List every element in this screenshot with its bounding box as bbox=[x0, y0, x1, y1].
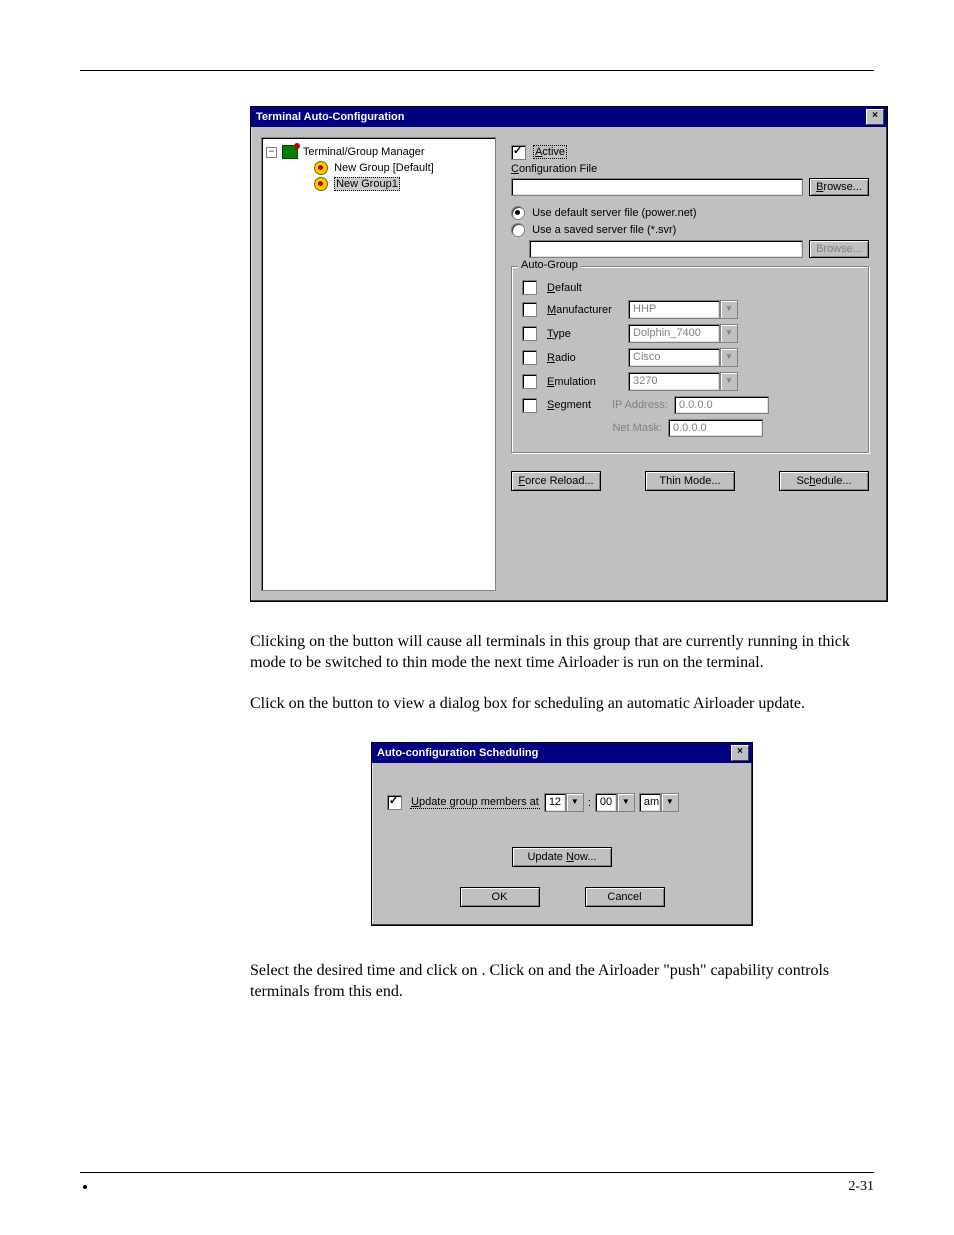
active-checkbox[interactable] bbox=[511, 145, 526, 160]
close-icon[interactable]: × bbox=[731, 745, 749, 761]
footer-left bbox=[80, 1179, 90, 1195]
default-checkbox[interactable] bbox=[522, 280, 537, 295]
minute-combo[interactable]: 00 ▼ bbox=[595, 793, 635, 812]
update-now-button[interactable]: Update Now... bbox=[512, 847, 612, 867]
active-label: Active bbox=[533, 145, 567, 159]
chevron-down-icon: ▼ bbox=[617, 793, 635, 812]
form-pane: Active Configuration File Browse... Use … bbox=[506, 137, 877, 591]
schedule-button[interactable]: Schedule... bbox=[779, 471, 869, 491]
manufacturer-checkbox[interactable] bbox=[522, 302, 537, 317]
update-checkbox[interactable] bbox=[387, 795, 402, 810]
titlebar: Terminal Auto-Configuration × bbox=[251, 107, 887, 127]
chevron-down-icon: ▼ bbox=[720, 300, 738, 319]
segment-checkbox[interactable] bbox=[522, 398, 537, 413]
browse-button[interactable]: Browse... bbox=[809, 178, 869, 196]
update-members-label: Update group members at bbox=[410, 796, 540, 809]
chevron-down-icon: ▼ bbox=[720, 324, 738, 343]
net-mask-input: 0.0.0.0 bbox=[668, 419, 763, 437]
terminal-auto-config-window: Terminal Auto-Configuration × − Terminal… bbox=[250, 106, 888, 602]
manufacturer-combo: HHP ▼ bbox=[628, 300, 738, 319]
chevron-down-icon: ▼ bbox=[566, 793, 584, 812]
server-file-input bbox=[529, 240, 803, 258]
type-combo: Dolphin_7400 ▼ bbox=[628, 324, 738, 343]
ip-address-label: IP Address: bbox=[603, 399, 668, 411]
manufacturer-label: Manufacturer bbox=[547, 304, 622, 316]
emulation-label: Emulation bbox=[547, 376, 622, 388]
ok-button[interactable]: OK bbox=[460, 887, 540, 907]
paragraph: Select the desired time and click on . C… bbox=[250, 961, 874, 1003]
radio-label: Radio bbox=[547, 352, 622, 364]
force-reload-button[interactable]: Force Reload... bbox=[511, 471, 601, 491]
tree-item[interactable]: New Group [Default] bbox=[266, 160, 491, 176]
collapse-icon[interactable]: − bbox=[266, 147, 277, 158]
hour-combo[interactable]: 12 ▼ bbox=[544, 793, 584, 812]
tree-pane[interactable]: − Terminal/Group Manager New Group [Defa… bbox=[261, 137, 496, 591]
net-mask-label: Net Mask: bbox=[597, 422, 662, 434]
emulation-combo: 3270 ▼ bbox=[628, 372, 738, 391]
tree-root[interactable]: − Terminal/Group Manager bbox=[266, 144, 491, 160]
group-icon bbox=[314, 161, 328, 175]
groupbox-title: Auto-Group bbox=[518, 259, 581, 271]
radio-saved-label: Use a saved server file (*.svr) bbox=[532, 224, 676, 236]
window-title: Auto-configuration Scheduling bbox=[377, 747, 538, 759]
page-number: 2-31 bbox=[848, 1179, 874, 1195]
radio-checkbox[interactable] bbox=[522, 350, 537, 365]
config-file-label: Configuration File bbox=[511, 163, 869, 175]
manager-icon bbox=[282, 145, 298, 159]
chevron-down-icon: ▼ bbox=[661, 793, 679, 812]
thin-mode-button[interactable]: Thin Mode... bbox=[645, 471, 735, 491]
tree-item-selected[interactable]: New Group1 bbox=[266, 176, 491, 192]
type-label: Type bbox=[547, 328, 622, 340]
radio-combo: Cisco ▼ bbox=[628, 348, 738, 367]
radio-default-server[interactable] bbox=[511, 206, 525, 220]
default-label: Default bbox=[547, 282, 582, 294]
segment-label: Segment bbox=[547, 399, 597, 411]
colon: : bbox=[588, 797, 591, 809]
browse-button-disabled: Browse... bbox=[809, 240, 869, 258]
window-title: Terminal Auto-Configuration bbox=[256, 111, 404, 123]
radio-default-label: Use default server file (power.net) bbox=[532, 207, 696, 219]
paragraph: Click on the button to view a dialog box… bbox=[250, 694, 874, 715]
chevron-down-icon: ▼ bbox=[720, 348, 738, 367]
ampm-combo[interactable]: am ▼ bbox=[639, 793, 679, 812]
chevron-down-icon: ▼ bbox=[720, 372, 738, 391]
paragraph: Clicking on the button will cause all te… bbox=[250, 632, 874, 674]
config-file-input[interactable] bbox=[511, 178, 803, 196]
type-checkbox[interactable] bbox=[522, 326, 537, 341]
group-icon bbox=[314, 177, 328, 191]
cancel-button[interactable]: Cancel bbox=[585, 887, 665, 907]
auto-group-box: Auto-Group Default Manufacturer HHP ▼ bbox=[511, 266, 869, 453]
ip-address-input: 0.0.0.0 bbox=[674, 396, 769, 414]
emulation-checkbox[interactable] bbox=[522, 374, 537, 389]
titlebar: Auto-configuration Scheduling × bbox=[372, 743, 752, 763]
scheduling-dialog: Auto-configuration Scheduling × Update g… bbox=[371, 742, 753, 926]
radio-saved-server[interactable] bbox=[511, 223, 525, 237]
close-icon[interactable]: × bbox=[866, 109, 884, 125]
page-footer: 2-31 bbox=[80, 1172, 874, 1195]
